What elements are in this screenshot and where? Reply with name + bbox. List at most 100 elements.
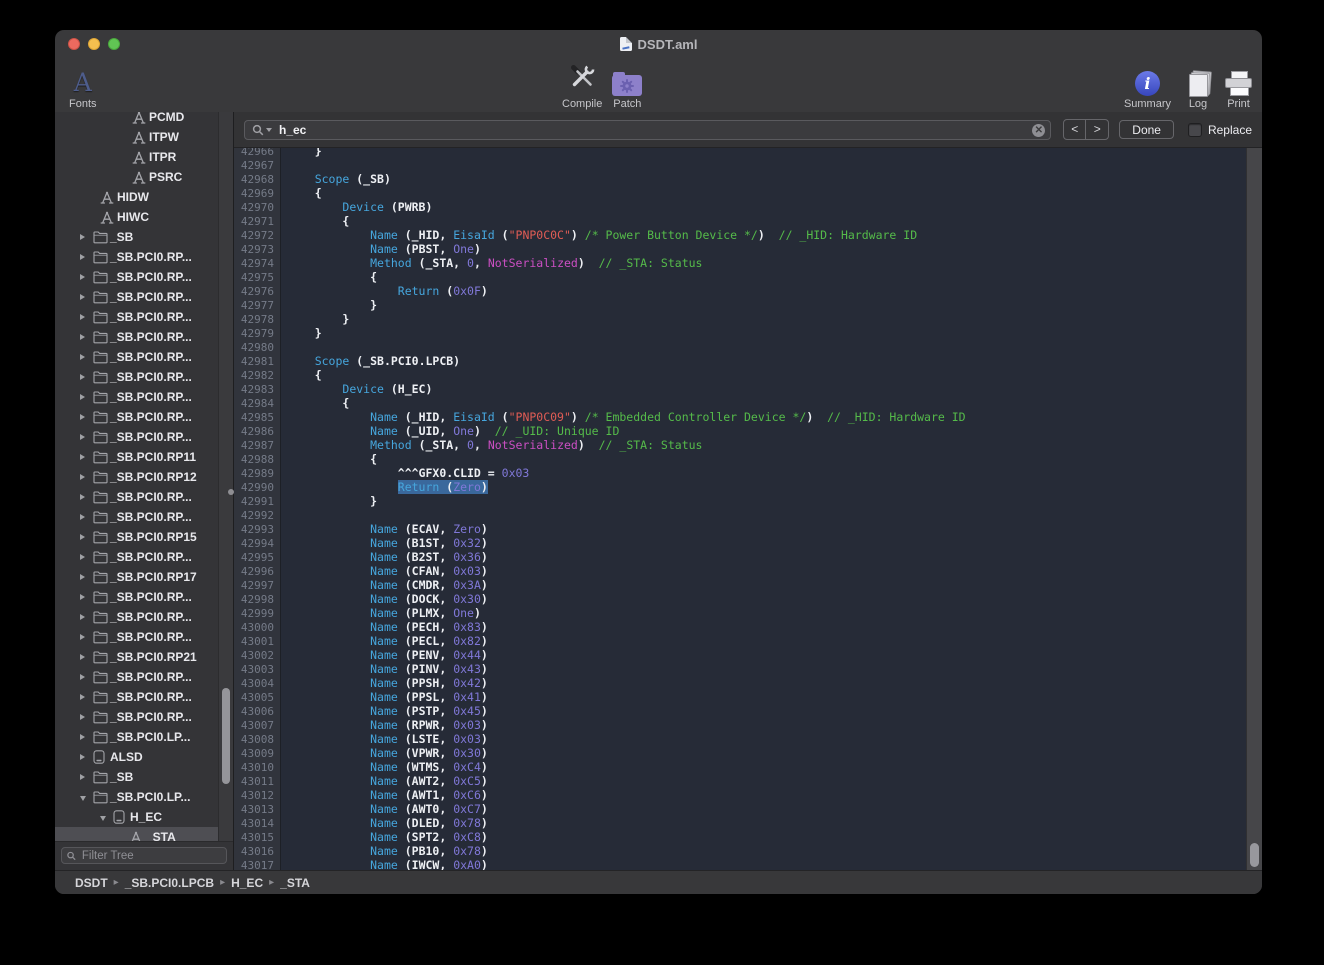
log-button[interactable]: Log [1187,60,1209,110]
code-line[interactable]: 43013 Name (AWT0, 0xC7) [234,802,1247,816]
find-next-button[interactable]: > [1086,120,1108,139]
done-button[interactable]: Done [1119,120,1174,139]
disclosure-collapsed-icon[interactable] [80,594,93,600]
sidebar-item--sb[interactable]: _SB [55,227,219,247]
sidebar-item--sta[interactable]: _STA [55,827,219,842]
code-line[interactable]: 43015 Name (SPT2, 0xC8) [234,830,1247,844]
code-line[interactable]: 43016 Name (PB10, 0x78) [234,844,1247,858]
code-line[interactable]: 43012 Name (AWT1, 0xC6) [234,788,1247,802]
code-line[interactable]: 42982 { [234,368,1247,382]
sidebar-item-psrc[interactable]: PSRC [55,167,219,187]
code-line[interactable]: 42989 ^^^GFX0.CLID = 0x03 [234,466,1247,480]
code-editor[interactable]: 42966 }4296742968 Scope (_SB)42969 {4297… [234,148,1247,870]
sidebar-item-hiwc[interactable]: HIWC [55,207,219,227]
code-line[interactable]: 43008 Name (LSTE, 0x03) [234,732,1247,746]
code-line[interactable]: 43007 Name (RPWR, 0x03) [234,718,1247,732]
disclosure-collapsed-icon[interactable] [80,714,93,720]
sidebar-scrollbar-thumb[interactable] [222,688,230,784]
search-menu-icon[interactable] [252,124,272,136]
code-line[interactable]: 42978 } [234,312,1247,326]
code-line[interactable]: 42997 Name (CMDR, 0x3A) [234,578,1247,592]
code-line[interactable]: 42973 Name (PBST, One) [234,242,1247,256]
sidebar-item--sb-pci0-rp-[interactable]: _SB.PCI0.RP... [55,667,219,687]
sidebar-item--sb-pci0-rp-[interactable]: _SB.PCI0.RP... [55,687,219,707]
editor-scrollbar[interactable] [1246,148,1262,870]
sidebar-item--sb-pci0-rp-[interactable]: _SB.PCI0.RP... [55,507,219,527]
code-line[interactable]: 42988 { [234,452,1247,466]
editor-scrollbar-thumb[interactable] [1250,843,1259,867]
disclosure-collapsed-icon[interactable] [80,754,93,760]
sidebar-item--sb-pci0-rp-[interactable]: _SB.PCI0.RP... [55,367,219,387]
disclosure-collapsed-icon[interactable] [80,554,93,560]
sidebar-item--sb-pci0-rp11[interactable]: _SB.PCI0.RP11 [55,447,219,467]
code-line[interactable]: 43001 Name (PECL, 0x82) [234,634,1247,648]
code-line[interactable]: 42969 { [234,186,1247,200]
replace-checkbox[interactable] [1188,123,1202,137]
code-line[interactable]: 43002 Name (PENV, 0x44) [234,648,1247,662]
print-button[interactable]: Print [1225,60,1252,110]
replace-toggle[interactable]: Replace [1188,123,1252,137]
code-line[interactable]: 42996 Name (CFAN, 0x03) [234,564,1247,578]
sidebar-item--sb-pci0-rp15[interactable]: _SB.PCI0.RP15 [55,527,219,547]
code-line[interactable]: 42976 Return (0x0F) [234,284,1247,298]
sidebar-item-alsd[interactable]: ALSD [55,747,219,767]
sidebar-item-itpr[interactable]: ITPR [55,147,219,167]
code-line[interactable]: 42999 Name (PLMX, One) [234,606,1247,620]
disclosure-collapsed-icon[interactable] [80,734,93,740]
sidebar-scrollbar[interactable] [218,112,233,842]
sidebar-item--sb-pci0-rp12[interactable]: _SB.PCI0.RP12 [55,467,219,487]
disclosure-collapsed-icon[interactable] [80,254,93,260]
sidebar-item--sb-pci0-rp-[interactable]: _SB.PCI0.RP... [55,407,219,427]
code-line[interactable]: 42967 [234,158,1247,172]
sidebar-item--sb-pci0-rp-[interactable]: _SB.PCI0.RP... [55,327,219,347]
disclosure-collapsed-icon[interactable] [80,534,93,540]
code-line[interactable]: 43005 Name (PPSL, 0x41) [234,690,1247,704]
find-field[interactable]: ✕ [244,120,1051,140]
code-line[interactable]: 42983 Device (H_EC) [234,382,1247,396]
fonts-button[interactable]: A Fonts [69,60,97,110]
disclosure-collapsed-icon[interactable] [80,474,93,480]
code-line[interactable]: 42977 } [234,298,1247,312]
sidebar-item--sb-pci0-lp-[interactable]: _SB.PCI0.LP... [55,727,219,747]
disclosure-collapsed-icon[interactable] [80,494,93,500]
code-line[interactable]: 43000 Name (PECH, 0x83) [234,620,1247,634]
code-line[interactable]: 42991 } [234,494,1247,508]
disclosure-collapsed-icon[interactable] [80,574,93,580]
sidebar-item--sb-pci0-rp-[interactable]: _SB.PCI0.RP... [55,387,219,407]
find-previous-button[interactable]: < [1064,120,1086,139]
disclosure-expanded-icon[interactable] [80,794,93,801]
breadcrumb-item-device[interactable]: H_EC [231,876,263,890]
sidebar-item--sb-pci0-rp21[interactable]: _SB.PCI0.RP21 [55,647,219,667]
code-line[interactable]: 42975 { [234,270,1247,284]
sidebar-item--sb-pci0-rp-[interactable]: _SB.PCI0.RP... [55,427,219,447]
code-line[interactable]: 42979 } [234,326,1247,340]
disclosure-collapsed-icon[interactable] [80,414,93,420]
disclosure-collapsed-icon[interactable] [80,334,93,340]
disclosure-collapsed-icon[interactable] [80,674,93,680]
code-line[interactable]: 42966 } [234,148,1247,158]
sidebar-item--sb-pci0-rp-[interactable]: _SB.PCI0.RP... [55,707,219,727]
filter-tree-field[interactable] [61,847,227,864]
code-line[interactable]: 42970 Device (PWRB) [234,200,1247,214]
code-line[interactable]: 43011 Name (AWT2, 0xC5) [234,774,1247,788]
clear-search-icon[interactable]: ✕ [1032,124,1045,137]
code-line[interactable]: 42968 Scope (_SB) [234,172,1247,186]
sidebar-item--sb-pci0-rp-[interactable]: _SB.PCI0.RP... [55,267,219,287]
sidebar-item--sb-pci0-rp17[interactable]: _SB.PCI0.RP17 [55,567,219,587]
sidebar-item--sb[interactable]: _SB [55,767,219,787]
sidebar-item--sb-pci0-rp-[interactable]: _SB.PCI0.RP... [55,587,219,607]
code-line[interactable]: 42972 Name (_HID, EisaId ("PNP0C0C") /* … [234,228,1247,242]
code-line[interactable]: 43014 Name (DLED, 0x78) [234,816,1247,830]
compile-button[interactable]: Compile [562,60,602,110]
patch-button[interactable]: Patch [612,60,642,110]
disclosure-collapsed-icon[interactable] [80,774,93,780]
code-line[interactable]: 43006 Name (PSTP, 0x45) [234,704,1247,718]
disclosure-collapsed-icon[interactable] [80,634,93,640]
disclosure-collapsed-icon[interactable] [80,354,93,360]
code-line[interactable]: 42971 { [234,214,1247,228]
code-line[interactable]: 42984 { [234,396,1247,410]
code-line[interactable]: 42990 Return (Zero) [234,480,1247,494]
sidebar-item--sb-pci0-rp-[interactable]: _SB.PCI0.RP... [55,627,219,647]
disclosure-collapsed-icon[interactable] [80,614,93,620]
title-bar[interactable]: DSDT.aml [55,30,1262,58]
